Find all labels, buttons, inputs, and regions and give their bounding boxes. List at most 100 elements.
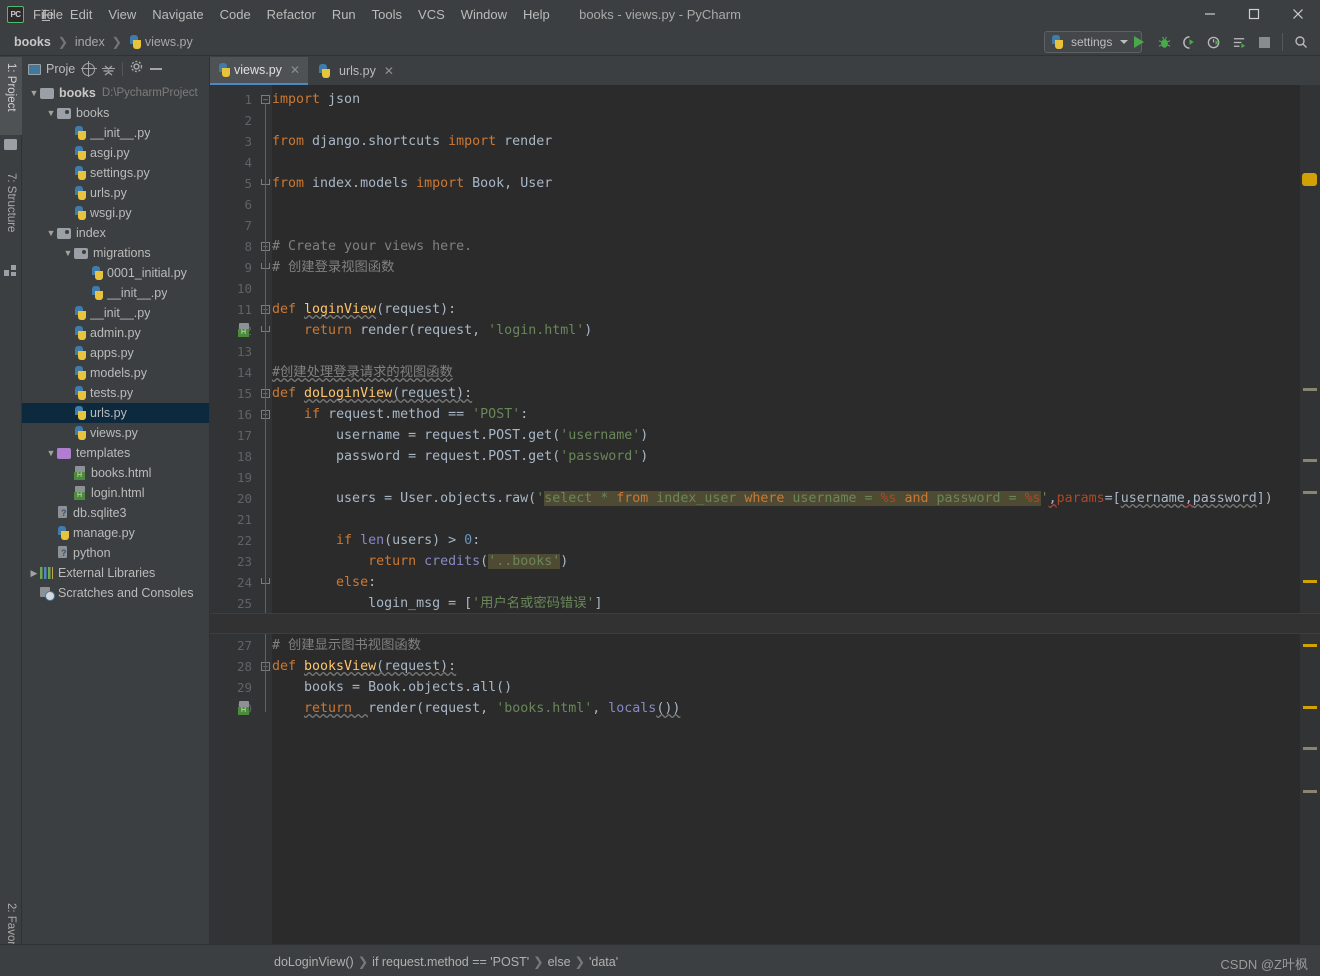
tree-item-apps-py[interactable]: apps.py bbox=[22, 343, 209, 363]
tree-item--init-py[interactable]: __init__.py bbox=[22, 123, 209, 143]
status-crumb-function[interactable]: doLoginView() bbox=[274, 955, 354, 969]
code-editor[interactable]: 1 2 3 4 5 6 7 8 9 10 11 12 13 14 15 16 17 18 19 20 21 22 23 24 2… bbox=[210, 85, 1320, 944]
close-icon[interactable]: ✕ bbox=[384, 64, 394, 78]
code-line[interactable]: return credits('..books') bbox=[272, 551, 568, 572]
editor-inspection-marker[interactable] bbox=[1303, 790, 1317, 793]
tree-item-urls-py[interactable]: urls.py bbox=[22, 403, 209, 423]
menu-item-code[interactable]: Code bbox=[212, 4, 259, 25]
editor-fold-column[interactable]: –––––– bbox=[258, 85, 272, 944]
status-crumb-if[interactable]: if request.method == 'POST' bbox=[372, 955, 529, 969]
tree-item-admin-py[interactable]: admin.py bbox=[22, 323, 209, 343]
stop-button[interactable] bbox=[1253, 31, 1275, 53]
tree-expander-icon[interactable]: ▶ bbox=[28, 568, 40, 579]
code-line[interactable]: return render(request, 'login.html') bbox=[272, 320, 592, 341]
code-line[interactable]: # 创建显示图书视图函数 bbox=[272, 635, 421, 656]
tree-item-external-libraries[interactable]: ▶ External Libraries bbox=[22, 563, 209, 583]
close-button[interactable] bbox=[1276, 0, 1320, 28]
editor-inspection-marker[interactable] bbox=[1302, 173, 1317, 186]
tree-expander-icon[interactable]: ▼ bbox=[45, 448, 57, 458]
tree-item--init-py[interactable]: __init__.py bbox=[22, 283, 209, 303]
menu-item-vcs[interactable]: VCS bbox=[410, 4, 453, 25]
sidebar-item-structure[interactable]: 7: Structure bbox=[0, 167, 22, 257]
code-line[interactable]: return render(request, 'books.html', loc… bbox=[272, 698, 680, 719]
run-button[interactable] bbox=[1128, 31, 1150, 53]
menu-item-help[interactable]: Help bbox=[515, 4, 558, 25]
status-crumb-else[interactable]: else bbox=[548, 955, 571, 969]
code-line[interactable]: password = request.POST.get('password') bbox=[272, 446, 648, 467]
code-line[interactable]: def loginView(request): bbox=[272, 299, 456, 320]
editor-gutter[interactable]: 1 2 3 4 5 6 7 8 9 10 11 12 13 14 15 16 17 18 19 20 21 22 23 24 2… bbox=[210, 85, 258, 944]
code-line[interactable]: import json bbox=[272, 89, 360, 110]
settings-gear-icon[interactable] bbox=[130, 60, 143, 78]
tree-item-login-html[interactable]: login.html bbox=[22, 483, 209, 503]
tree-expander-icon[interactable]: ▼ bbox=[45, 108, 57, 118]
editor-code-area[interactable]: import json from django.shortcuts import … bbox=[272, 85, 1300, 944]
menu-item-run[interactable]: Run bbox=[324, 4, 364, 25]
html-template-gutter-icon[interactable] bbox=[238, 701, 251, 715]
tree-item-tests-py[interactable]: tests.py bbox=[22, 383, 209, 403]
tab-views-py[interactable]: views.py ✕ bbox=[210, 57, 308, 85]
code-line[interactable]: login_msg = ['用户名或密码错误'] bbox=[272, 593, 602, 614]
tree-item-books-html[interactable]: books.html bbox=[22, 463, 209, 483]
code-line[interactable]: if request.method == 'POST': bbox=[272, 404, 528, 425]
tree-item-models-py[interactable]: models.py bbox=[22, 363, 209, 383]
editor-inspection-marker[interactable] bbox=[1303, 644, 1317, 647]
tree-item-index[interactable]: ▼ index bbox=[22, 223, 209, 243]
tree-expander-icon[interactable]: ▼ bbox=[45, 228, 57, 238]
tree-item-books[interactable]: ▼ books bbox=[22, 103, 209, 123]
editor-inspection-marker[interactable] bbox=[1303, 706, 1317, 709]
editor-inspection-marker[interactable] bbox=[1303, 491, 1317, 494]
profile-button[interactable] bbox=[1203, 31, 1225, 53]
tree-item-scratches-and-consoles[interactable]: Scratches and Consoles bbox=[22, 583, 209, 603]
breadcrumb-item-index[interactable]: index bbox=[71, 33, 109, 51]
tree-item-migrations[interactable]: ▼ migrations bbox=[22, 243, 209, 263]
tree-expander-icon[interactable]: ▼ bbox=[62, 248, 74, 258]
sidebar-item-project[interactable]: 1: Project bbox=[0, 57, 22, 135]
search-everywhere-button[interactable] bbox=[1290, 31, 1312, 53]
run-with-coverage-button[interactable] bbox=[1178, 31, 1200, 53]
code-line[interactable]: users = User.objects.raw('select * from … bbox=[272, 488, 1273, 509]
tree-item--init-py[interactable]: __init__.py bbox=[22, 303, 209, 323]
html-template-gutter-icon[interactable] bbox=[238, 323, 251, 337]
menu-item-edit[interactable]: Edit bbox=[62, 4, 100, 25]
tree-item-templates[interactable]: ▼ templates bbox=[22, 443, 209, 463]
code-line[interactable]: # 创建登录视图函数 bbox=[272, 257, 394, 278]
tab-urls-py[interactable]: urls.py ✕ bbox=[310, 57, 402, 85]
menu-item-window[interactable]: Window bbox=[453, 4, 515, 25]
code-line[interactable]: from index.models import Book, User bbox=[272, 173, 552, 194]
menu-item-navigate[interactable]: Navigate bbox=[144, 4, 211, 25]
code-line[interactable]: from django.shortcuts import render bbox=[272, 131, 552, 152]
tree-item-settings-py[interactable]: settings.py bbox=[22, 163, 209, 183]
collapse-all-icon[interactable] bbox=[102, 63, 116, 76]
debug-button[interactable] bbox=[1153, 31, 1175, 53]
code-line[interactable]: books = Book.objects.all() bbox=[272, 677, 512, 698]
tree-item-urls-py[interactable]: urls.py bbox=[22, 183, 209, 203]
code-line[interactable]: def doLoginView(request): bbox=[272, 383, 472, 404]
editor-inspection-marker[interactable] bbox=[1303, 459, 1317, 462]
locate-file-icon[interactable] bbox=[80, 61, 97, 77]
code-line[interactable]: username = request.POST.get('username') bbox=[272, 425, 648, 446]
minimize-button[interactable] bbox=[1188, 0, 1232, 28]
code-line[interactable]: else: bbox=[272, 572, 376, 593]
run-dashboard-button[interactable] bbox=[1228, 31, 1250, 53]
status-crumb-data[interactable]: 'data' bbox=[589, 955, 618, 969]
tree-expander-icon[interactable]: ▼ bbox=[28, 88, 40, 98]
project-tree[interactable]: ▼ books D:\PycharmProject ▼ books __init__.py… bbox=[22, 81, 209, 951]
menu-item-refactor[interactable]: Refactor bbox=[259, 4, 324, 25]
menu-item-view[interactable]: View bbox=[100, 4, 144, 25]
tree-item-0001-initial-py[interactable]: 0001_initial.py bbox=[22, 263, 209, 283]
close-icon[interactable]: ✕ bbox=[290, 63, 300, 77]
tree-item-python[interactable]: python bbox=[22, 543, 209, 563]
editor-inspection-marker[interactable] bbox=[1303, 388, 1317, 391]
hide-panel-icon[interactable] bbox=[150, 68, 163, 70]
tree-item-manage-py[interactable]: manage.py bbox=[22, 523, 209, 543]
tree-item-asgi-py[interactable]: asgi.py bbox=[22, 143, 209, 163]
tree-item-db-sqlite3[interactable]: db.sqlite3 bbox=[22, 503, 209, 523]
menu-item-file[interactable]: File bbox=[25, 4, 62, 25]
editor-marker-bar[interactable] bbox=[1300, 85, 1320, 944]
editor-inspection-marker[interactable] bbox=[1303, 580, 1317, 583]
editor-inspection-marker[interactable] bbox=[1303, 747, 1317, 750]
code-line[interactable]: if len(users) > 0: bbox=[272, 530, 480, 551]
code-line[interactable]: # Create your views here. bbox=[272, 236, 472, 257]
maximize-button[interactable] bbox=[1232, 0, 1276, 28]
